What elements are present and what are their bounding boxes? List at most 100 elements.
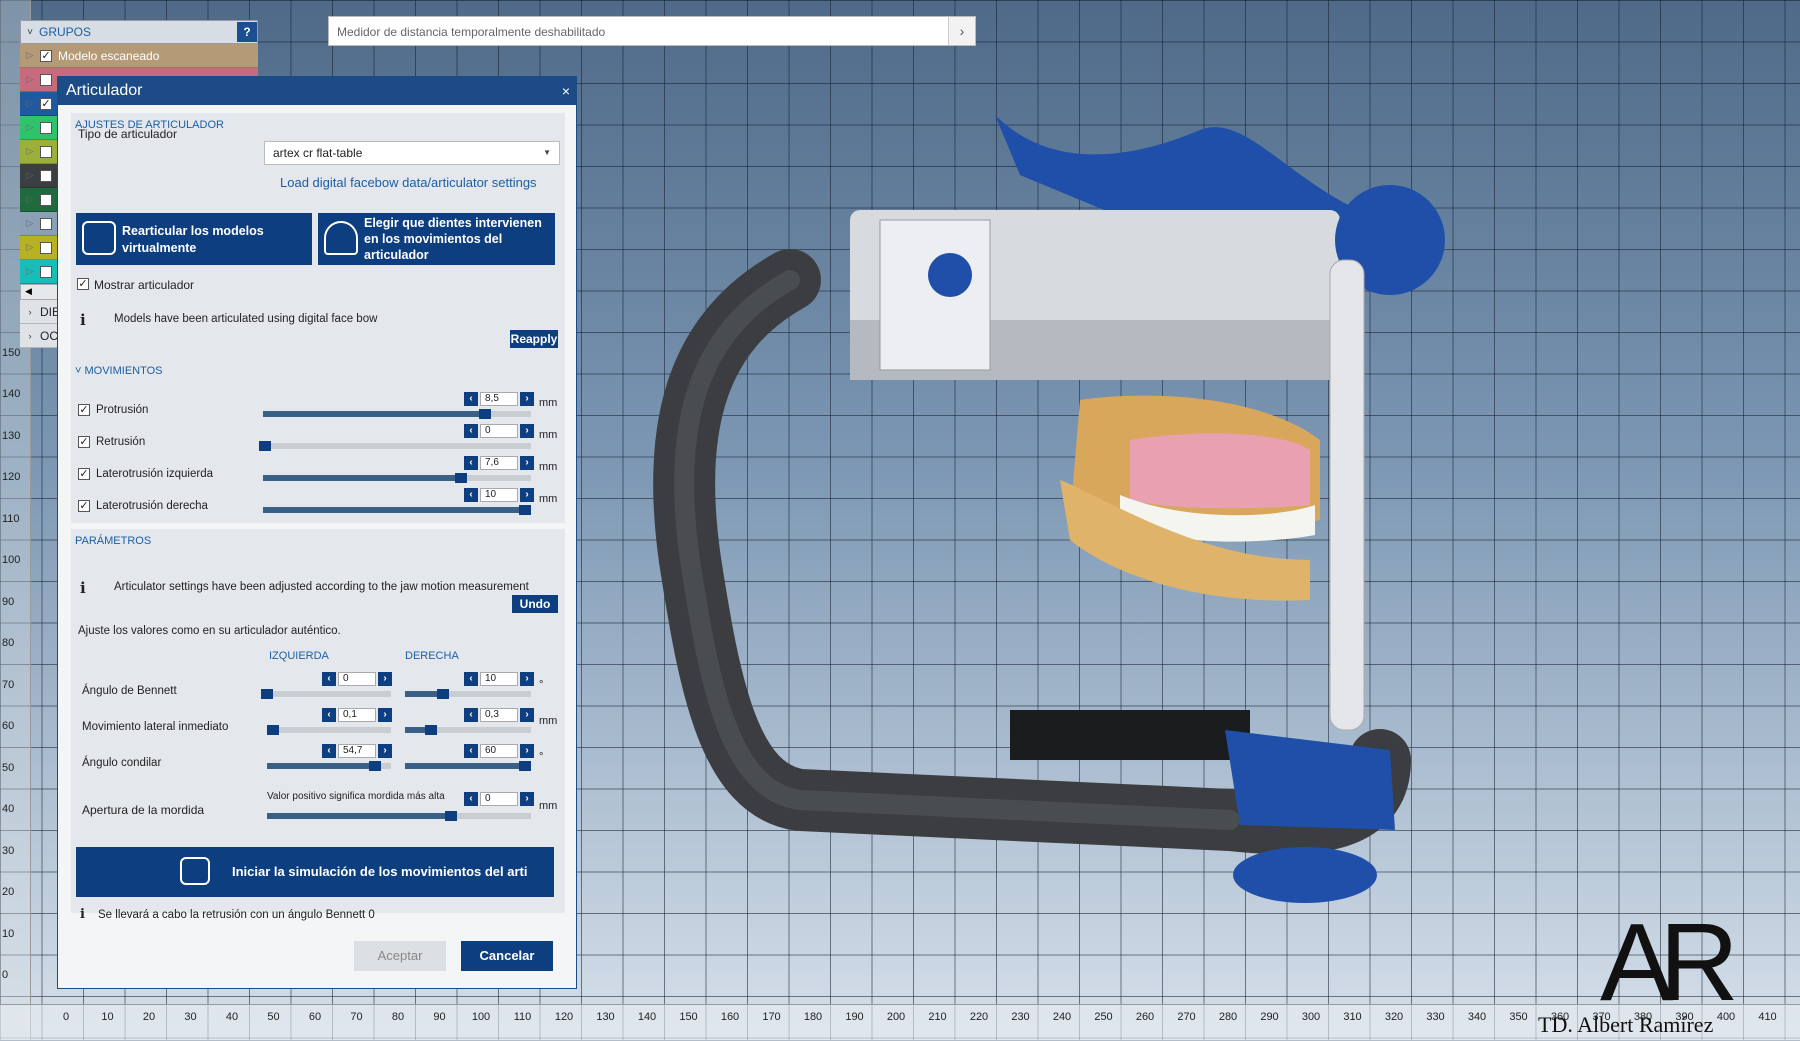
group-visibility-checkbox[interactable] [40,73,52,86]
chevron-right-icon[interactable]: › [520,488,534,502]
movement-checkbox[interactable]: ✓ [78,500,90,512]
slider-knob[interactable] [267,725,280,735]
parameter-left-slider[interactable] [267,761,391,771]
chevron-down-icon[interactable]: ˅ [21,27,39,38]
slider-knob[interactable] [519,761,531,771]
expand-icon[interactable]: ▷ [20,170,40,181]
chevron-left-icon[interactable]: ‹ [464,708,478,722]
bite-stepper[interactable]: ‹ 0 › [464,791,534,807]
chevron-left-icon[interactable]: ‹ [322,744,336,758]
expand-icon[interactable]: ▷ [20,242,40,253]
parameter-right-slider[interactable] [405,761,531,771]
expand-icon[interactable]: ▷ [20,122,40,133]
reapply-button[interactable]: Reapply [510,330,558,348]
chevron-right-icon[interactable]: › [520,708,534,722]
movement-stepper[interactable]: ‹ 0 › [464,423,534,439]
slider-knob[interactable] [478,409,491,419]
movement-slider[interactable] [259,441,531,451]
movement-value[interactable]: 10 [480,488,518,502]
parameter-left-stepper[interactable]: ‹ 0 › [322,671,392,687]
chevron-right-icon[interactable]: › [520,424,534,438]
start-simulation-button[interactable]: Iniciar la simulación de los movimientos… [76,847,554,897]
slider-knob[interactable] [369,761,382,771]
parameter-left-slider[interactable] [261,689,391,699]
chevron-right-icon[interactable]: › [378,744,392,758]
expand-icon[interactable]: ▷ [20,194,40,205]
expand-icon[interactable]: ▷ [20,74,40,85]
parameter-right-slider[interactable] [405,689,531,699]
movement-stepper[interactable]: ‹ 8,5 › [464,391,534,407]
parameter-right-value[interactable]: 0,3 [480,708,518,722]
chevron-left-icon[interactable]: ‹ [464,744,478,758]
movement-value[interactable]: 0 [480,424,518,438]
parameter-left-slider[interactable] [267,725,391,735]
parameter-left-value[interactable]: 0 [338,672,376,686]
slider-knob[interactable] [437,689,450,699]
parameter-left-stepper[interactable]: ‹ 0,1 › [322,707,392,723]
slider-knob[interactable] [445,811,458,821]
movement-slider[interactable] [263,505,531,515]
group-visibility-checkbox[interactable] [40,169,52,182]
slider-knob[interactable] [259,441,272,451]
choose-teeth-button[interactable]: Elegir que dientes intervienen en los mo… [318,213,555,265]
help-button[interactable]: ? [237,22,257,42]
chevron-left-icon[interactable]: ‹ [464,488,478,502]
movement-value[interactable]: 8,5 [480,392,518,406]
movement-checkbox[interactable]: ✓ [78,468,90,480]
close-icon[interactable]: × [562,77,570,105]
group-item[interactable]: ▷ ✓ Modelo escaneado [20,44,258,68]
movement-slider[interactable] [263,409,531,419]
movement-checkbox[interactable]: ✓ [78,436,90,448]
distance-measure-bar[interactable]: Medidor de distancia temporalmente desha… [328,16,976,46]
slider-knob[interactable] [424,725,437,735]
chevron-right-icon[interactable]: › [520,456,534,470]
load-facebow-link[interactable]: Load digital facebow data/articulator se… [280,175,537,190]
bite-slider[interactable] [267,811,531,821]
chevron-right-icon[interactable]: › [520,744,534,758]
parameter-right-stepper[interactable]: ‹ 10 › [464,671,534,687]
expand-icon[interactable]: ▷ [20,98,40,109]
chevron-left-icon[interactable]: ‹ [464,672,478,686]
slider-knob[interactable] [519,505,531,515]
chevron-right-icon[interactable]: › [520,392,534,406]
group-visibility-checkbox[interactable] [40,145,52,158]
parameter-right-stepper[interactable]: ‹ 0,3 › [464,707,534,723]
group-visibility-checkbox[interactable]: ✓ [40,97,52,110]
parameter-left-value[interactable]: 0,1 [338,708,376,722]
group-visibility-checkbox[interactable]: ✓ [40,49,52,62]
chevron-left-icon[interactable]: ‹ [464,424,478,438]
parameter-right-slider[interactable] [405,725,531,735]
group-visibility-checkbox[interactable] [40,241,52,254]
chevron-left-icon[interactable]: ‹ [464,792,478,806]
slider-knob[interactable] [454,473,467,483]
group-visibility-checkbox[interactable] [40,217,52,230]
parameter-right-stepper[interactable]: ‹ 60 › [464,743,534,759]
expand-icon[interactable]: ▷ [20,218,40,229]
slider-knob[interactable] [261,689,274,699]
rearticulate-button[interactable]: Rearticular los modelos virtualmente [76,213,312,265]
chevron-right-icon[interactable]: › [378,708,392,722]
expand-icon[interactable]: ▷ [20,146,40,157]
chevron-left-icon[interactable]: ‹ [322,708,336,722]
chevron-right-icon[interactable]: › [378,672,392,686]
articulator-type-select[interactable]: artex cr flat-table ▼ [264,141,560,165]
parameter-right-value[interactable]: 60 [480,744,518,758]
movement-checkbox[interactable]: ✓ [78,404,90,416]
chevron-right-icon[interactable]: › [520,792,534,806]
movement-slider[interactable] [263,473,531,483]
group-visibility-checkbox[interactable] [40,193,52,206]
chevron-right-icon[interactable]: › [520,672,534,686]
show-articulator-checkbox[interactable]: ✓ [77,278,89,290]
chevron-left-icon[interactable]: ‹ [322,672,336,686]
chevron-left-icon[interactable]: ‹ [464,392,478,406]
movement-stepper[interactable]: ‹ 10 › [464,487,534,503]
group-visibility-checkbox[interactable] [40,265,52,278]
groups-header[interactable]: ˅ GRUPOS ? [20,20,258,44]
expand-icon[interactable]: ▷ [20,50,40,61]
movement-value[interactable]: 7,6 [480,456,518,470]
undo-button[interactable]: Undo [512,595,558,613]
parameter-left-value[interactable]: 54,7 [338,744,376,758]
dialog-title-bar[interactable]: Articulador × [58,77,576,105]
chevron-right-icon[interactable]: › [948,17,975,45]
section-header-movements[interactable]: ˅ MOVIMIENTOS [71,359,565,377]
